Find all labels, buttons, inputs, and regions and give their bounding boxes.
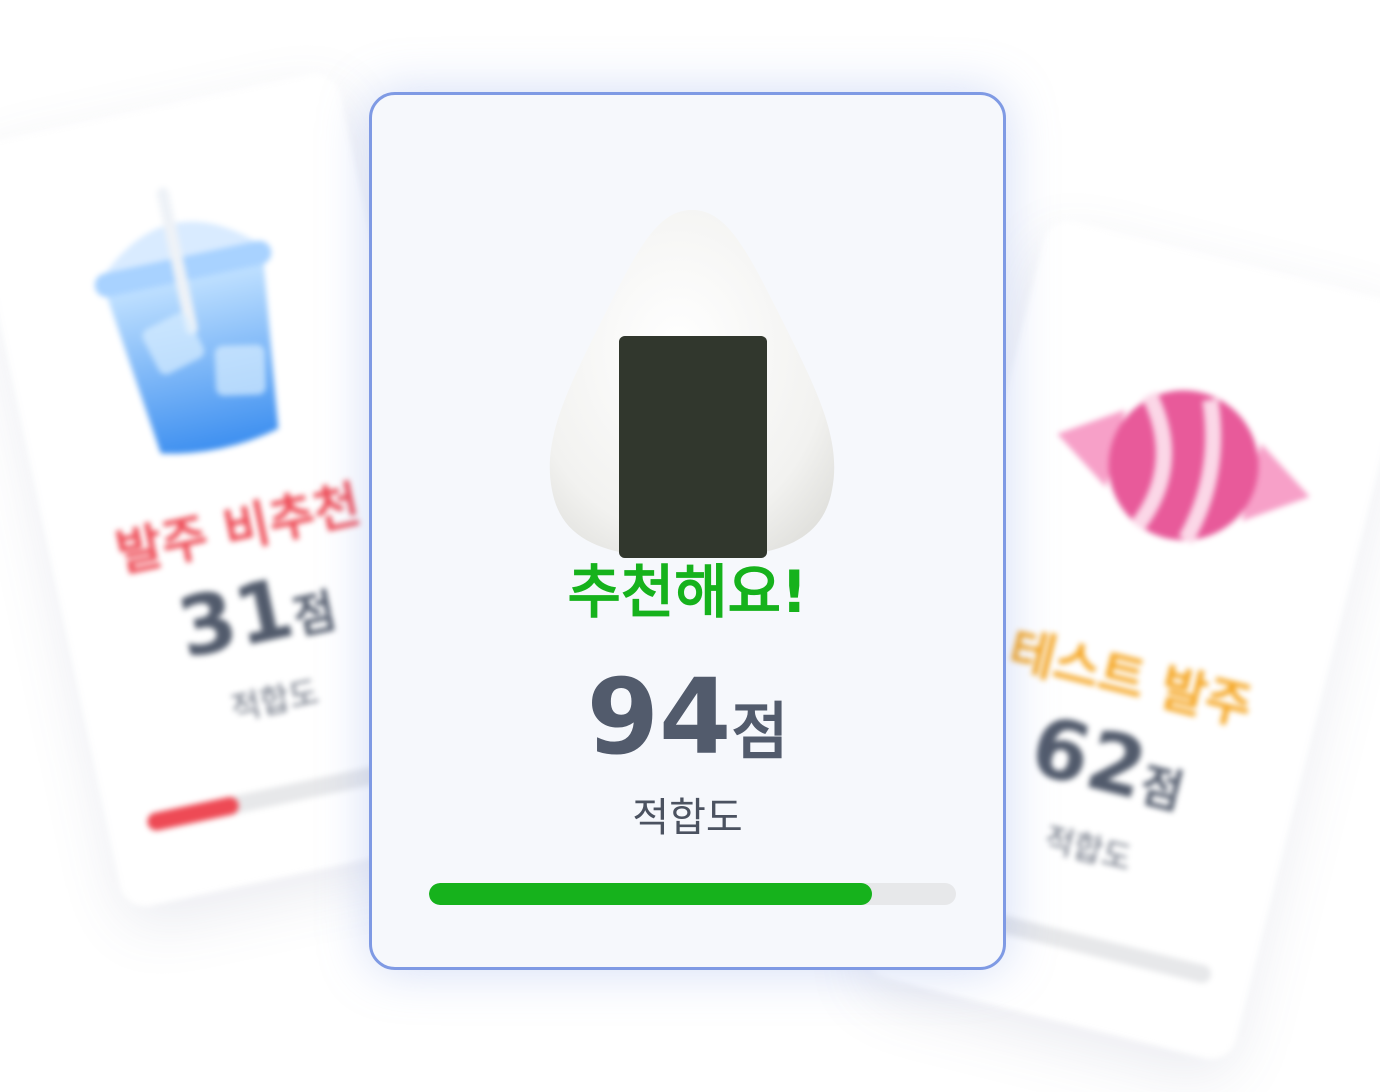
score-value: 31 — [170, 560, 302, 678]
iced-drink-icon — [15, 136, 371, 492]
card-score: 94점 — [372, 665, 1003, 769]
score-progress-fill — [429, 883, 872, 905]
center-recommendation-card[interactable]: 추천해요! 94점 적합도 — [369, 92, 1006, 970]
onigiri-icon — [542, 190, 842, 570]
score-caption: 적합도 — [632, 795, 743, 841]
score-value: 62 — [1021, 698, 1156, 819]
score-value: 94 — [586, 656, 732, 778]
score-progress-fill — [145, 795, 241, 833]
score-progress-bar — [429, 883, 956, 905]
candy-icon — [1002, 284, 1366, 648]
score-unit: 점 — [731, 695, 789, 768]
recommendation-status-label: 추천해요! — [567, 558, 808, 626]
